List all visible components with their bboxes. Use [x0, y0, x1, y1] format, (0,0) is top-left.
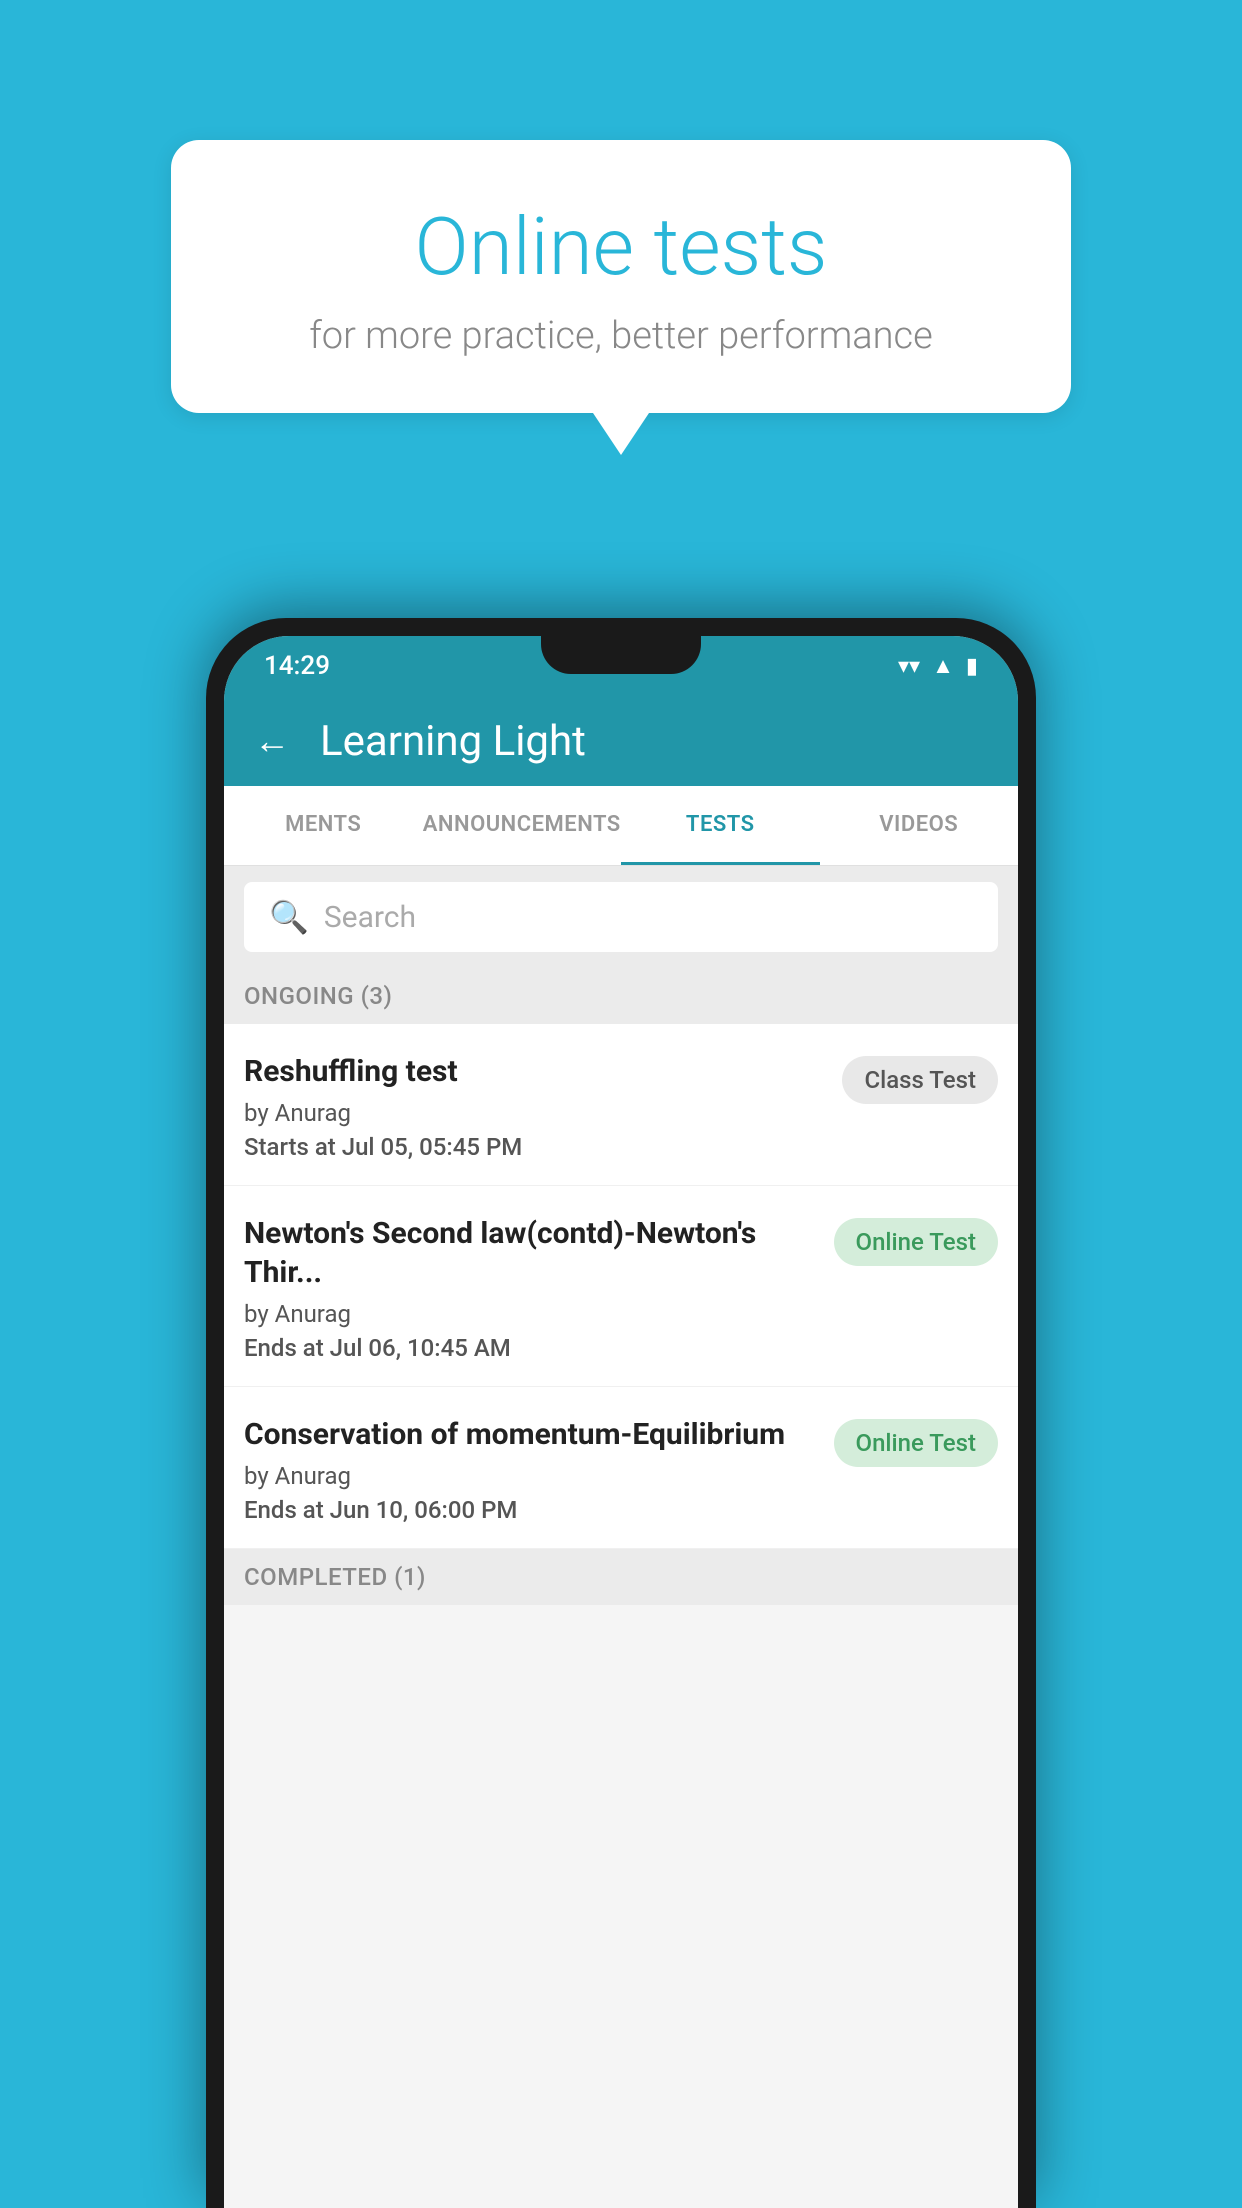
search-container: 🔍 Search [224, 866, 1018, 968]
tests-list: Reshuffling test by Anurag Starts at Jul… [224, 1024, 1018, 1549]
bubble-title: Online tests [251, 200, 991, 294]
tab-ments[interactable]: MENTS [224, 786, 423, 865]
test-author: by Anurag [244, 1300, 819, 1328]
test-author: by Anurag [244, 1462, 819, 1490]
test-title: Reshuffling test [244, 1052, 827, 1091]
test-time: Ends at Jun 10, 06:00 PM [244, 1496, 819, 1524]
bubble-subtitle: for more practice, better performance [251, 314, 991, 358]
search-icon: 🔍 [269, 898, 309, 936]
ongoing-section-header: ONGOING (3) [224, 968, 1018, 1024]
battery-icon: ▮ [966, 654, 978, 679]
test-title: Newton's Second law(contd)-Newton's Thir… [244, 1214, 819, 1292]
test-title: Conservation of momentum-Equilibrium [244, 1415, 819, 1454]
test-item[interactable]: Newton's Second law(contd)-Newton's Thir… [224, 1186, 1018, 1387]
tab-announcements[interactable]: ANNOUNCEMENTS [423, 786, 622, 865]
test-info: Newton's Second law(contd)-Newton's Thir… [244, 1214, 819, 1362]
tab-tests[interactable]: TESTS [621, 786, 820, 865]
completed-label: COMPLETED (1) [244, 1563, 426, 1591]
app-bar-title: Learning Light [320, 717, 586, 766]
status-icons: ▾▾ ▲ ▮ [898, 653, 978, 679]
test-info: Conservation of momentum-Equilibrium by … [244, 1415, 819, 1524]
test-time: Starts at Jul 05, 05:45 PM [244, 1133, 827, 1161]
test-time: Ends at Jul 06, 10:45 AM [244, 1334, 819, 1362]
phone-frame: 14:29 ▾▾ ▲ ▮ ← Learning Light MENTS ANNO… [206, 618, 1036, 2208]
phone-screen: 14:29 ▾▾ ▲ ▮ ← Learning Light MENTS ANNO… [224, 636, 1018, 2208]
phone-notch [541, 636, 701, 674]
signal-icon: ▲ [932, 653, 954, 679]
online-test-badge: Online Test [834, 1218, 998, 1266]
test-item[interactable]: Reshuffling test by Anurag Starts at Jul… [224, 1024, 1018, 1186]
test-info: Reshuffling test by Anurag Starts at Jul… [244, 1052, 827, 1161]
tab-videos[interactable]: VIDEOS [820, 786, 1019, 865]
back-button[interactable]: ← [254, 720, 290, 762]
status-time: 14:29 [264, 651, 330, 681]
test-item[interactable]: Conservation of momentum-Equilibrium by … [224, 1387, 1018, 1549]
ongoing-label: ONGOING (3) [244, 982, 392, 1010]
search-box[interactable]: 🔍 Search [244, 882, 998, 952]
wifi-icon: ▾▾ [898, 654, 920, 679]
speech-bubble: Online tests for more practice, better p… [171, 140, 1071, 413]
tabs-bar: MENTS ANNOUNCEMENTS TESTS VIDEOS [224, 786, 1018, 866]
app-bar: ← Learning Light [224, 696, 1018, 786]
search-placeholder: Search [324, 900, 416, 935]
test-author: by Anurag [244, 1099, 827, 1127]
completed-section-header: COMPLETED (1) [224, 1549, 1018, 1605]
class-test-badge: Class Test [842, 1056, 998, 1104]
online-test-badge: Online Test [834, 1419, 998, 1467]
speech-bubble-container: Online tests for more practice, better p… [171, 140, 1071, 413]
